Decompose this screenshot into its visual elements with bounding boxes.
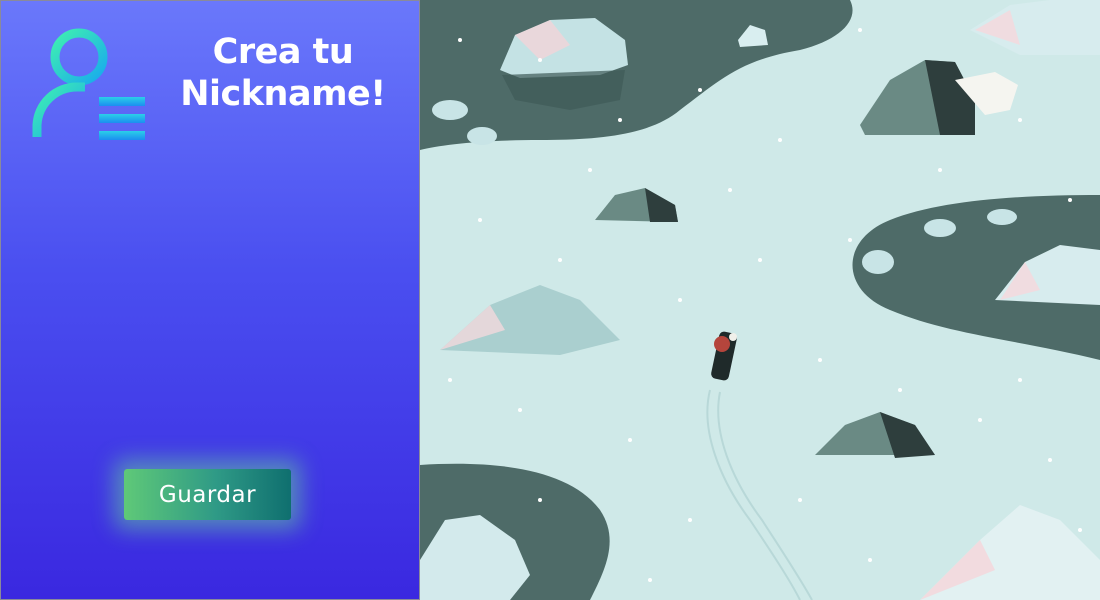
arctic-illustration [420,0,1100,600]
page-title: Crea tu Nickname! [169,31,397,115]
user-list-icon [32,28,145,140]
title-line-1: Crea tu [212,32,354,72]
title-line-2: Nickname! [180,74,386,114]
nickname-panel: Crea tu Nickname! Guardar [0,0,420,600]
arctic-snowmobile-illustration [420,0,1100,600]
save-button[interactable]: Guardar [124,469,291,520]
